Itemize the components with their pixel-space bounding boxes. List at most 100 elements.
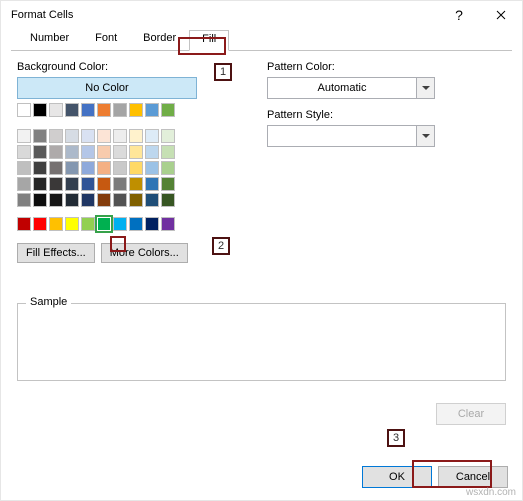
dialog-buttons: OK Cancel xyxy=(362,466,508,488)
color-swatch[interactable] xyxy=(129,145,143,159)
window-title: Format Cells xyxy=(11,9,438,21)
color-swatch[interactable] xyxy=(81,193,95,207)
color-swatch[interactable] xyxy=(49,103,63,117)
color-swatch[interactable] xyxy=(49,177,63,191)
color-swatch[interactable] xyxy=(161,217,175,231)
color-swatch[interactable] xyxy=(97,129,111,143)
color-swatch[interactable] xyxy=(97,161,111,175)
fill-effects-button[interactable]: Fill Effects... xyxy=(17,243,95,263)
color-swatch[interactable] xyxy=(161,193,175,207)
color-swatch[interactable] xyxy=(145,103,159,117)
color-swatch[interactable] xyxy=(65,145,79,159)
color-swatch[interactable] xyxy=(17,145,31,159)
standard-colors xyxy=(17,217,247,231)
color-swatch[interactable] xyxy=(145,217,159,231)
color-swatch[interactable] xyxy=(17,161,31,175)
color-swatch[interactable] xyxy=(81,177,95,191)
color-swatch[interactable] xyxy=(17,103,31,117)
color-swatch[interactable] xyxy=(49,145,63,159)
color-swatch[interactable] xyxy=(81,217,95,231)
tab-border[interactable]: Border xyxy=(130,29,189,50)
theme-colors xyxy=(17,103,247,207)
color-swatch[interactable] xyxy=(81,129,95,143)
clear-button: Clear xyxy=(436,403,506,425)
annotation-number-3: 3 xyxy=(387,429,405,447)
color-swatch[interactable] xyxy=(65,177,79,191)
color-swatch[interactable] xyxy=(145,161,159,175)
close-button[interactable] xyxy=(480,1,522,29)
color-swatch[interactable] xyxy=(129,217,143,231)
color-swatch[interactable] xyxy=(97,177,111,191)
bg-color-label: Background Color: xyxy=(17,61,247,73)
color-swatch[interactable] xyxy=(113,145,127,159)
color-swatch[interactable] xyxy=(129,103,143,117)
ok-button[interactable]: OK xyxy=(362,466,432,488)
color-swatch[interactable] xyxy=(49,193,63,207)
color-swatch[interactable] xyxy=(81,161,95,175)
tab-strip: Number Font Border Fill xyxy=(11,29,512,51)
color-swatch[interactable] xyxy=(145,129,159,143)
close-icon xyxy=(496,10,506,20)
color-swatch[interactable] xyxy=(145,145,159,159)
pattern-color-value: Automatic xyxy=(268,82,416,94)
color-swatch[interactable] xyxy=(49,217,63,231)
titlebar: Format Cells ? xyxy=(1,1,522,29)
tab-font[interactable]: Font xyxy=(82,29,130,50)
color-swatch[interactable] xyxy=(113,129,127,143)
color-swatch[interactable] xyxy=(113,217,127,231)
color-swatch[interactable] xyxy=(113,177,127,191)
color-swatch[interactable] xyxy=(33,145,47,159)
color-swatch[interactable] xyxy=(65,217,79,231)
color-swatch[interactable] xyxy=(161,161,175,175)
color-swatch[interactable] xyxy=(33,193,47,207)
color-swatch[interactable] xyxy=(145,177,159,191)
color-swatch[interactable] xyxy=(113,103,127,117)
color-swatch[interactable] xyxy=(33,217,47,231)
color-swatch[interactable] xyxy=(65,129,79,143)
color-swatch[interactable] xyxy=(97,193,111,207)
color-swatch[interactable] xyxy=(113,193,127,207)
color-swatch[interactable] xyxy=(129,177,143,191)
format-cells-dialog: Format Cells ? Number Font Border Fill B… xyxy=(0,0,523,501)
right-column: Pattern Color: Automatic Pattern Style: xyxy=(267,61,506,147)
color-swatch[interactable] xyxy=(17,129,31,143)
color-swatch[interactable] xyxy=(33,177,47,191)
color-swatch[interactable] xyxy=(161,103,175,117)
annotation-number-2: 2 xyxy=(212,237,230,255)
color-swatch[interactable] xyxy=(65,161,79,175)
cancel-button[interactable]: Cancel xyxy=(438,466,508,488)
color-swatch[interactable] xyxy=(97,217,111,231)
color-swatch[interactable] xyxy=(129,129,143,143)
pattern-style-dropdown[interactable] xyxy=(267,125,435,147)
color-swatch[interactable] xyxy=(33,129,47,143)
color-swatch[interactable] xyxy=(49,129,63,143)
color-swatch[interactable] xyxy=(161,145,175,159)
color-swatch[interactable] xyxy=(17,217,31,231)
color-swatch[interactable] xyxy=(65,103,79,117)
pattern-color-dropdown[interactable]: Automatic xyxy=(267,77,435,99)
color-swatch[interactable] xyxy=(129,193,143,207)
color-swatch[interactable] xyxy=(17,193,31,207)
help-button[interactable]: ? xyxy=(438,1,480,29)
color-swatch[interactable] xyxy=(33,103,47,117)
color-swatch[interactable] xyxy=(81,103,95,117)
color-swatch[interactable] xyxy=(97,103,111,117)
tab-number[interactable]: Number xyxy=(17,29,82,50)
color-swatch[interactable] xyxy=(161,129,175,143)
color-swatch[interactable] xyxy=(161,177,175,191)
color-swatch[interactable] xyxy=(97,145,111,159)
color-swatch[interactable] xyxy=(129,161,143,175)
color-swatch[interactable] xyxy=(65,193,79,207)
color-swatch[interactable] xyxy=(17,177,31,191)
content-area: Background Color: No Color Fill Effects.… xyxy=(1,51,522,387)
watermark: wsxdn.com xyxy=(466,487,516,498)
color-swatch[interactable] xyxy=(33,161,47,175)
color-swatch[interactable] xyxy=(49,161,63,175)
color-swatch[interactable] xyxy=(145,193,159,207)
pattern-style-label: Pattern Style: xyxy=(267,109,506,121)
more-colors-button[interactable]: More Colors... xyxy=(101,243,188,263)
color-swatch[interactable] xyxy=(113,161,127,175)
color-swatch[interactable] xyxy=(81,145,95,159)
no-color-button[interactable]: No Color xyxy=(17,77,197,99)
tab-fill[interactable]: Fill xyxy=(189,30,229,51)
